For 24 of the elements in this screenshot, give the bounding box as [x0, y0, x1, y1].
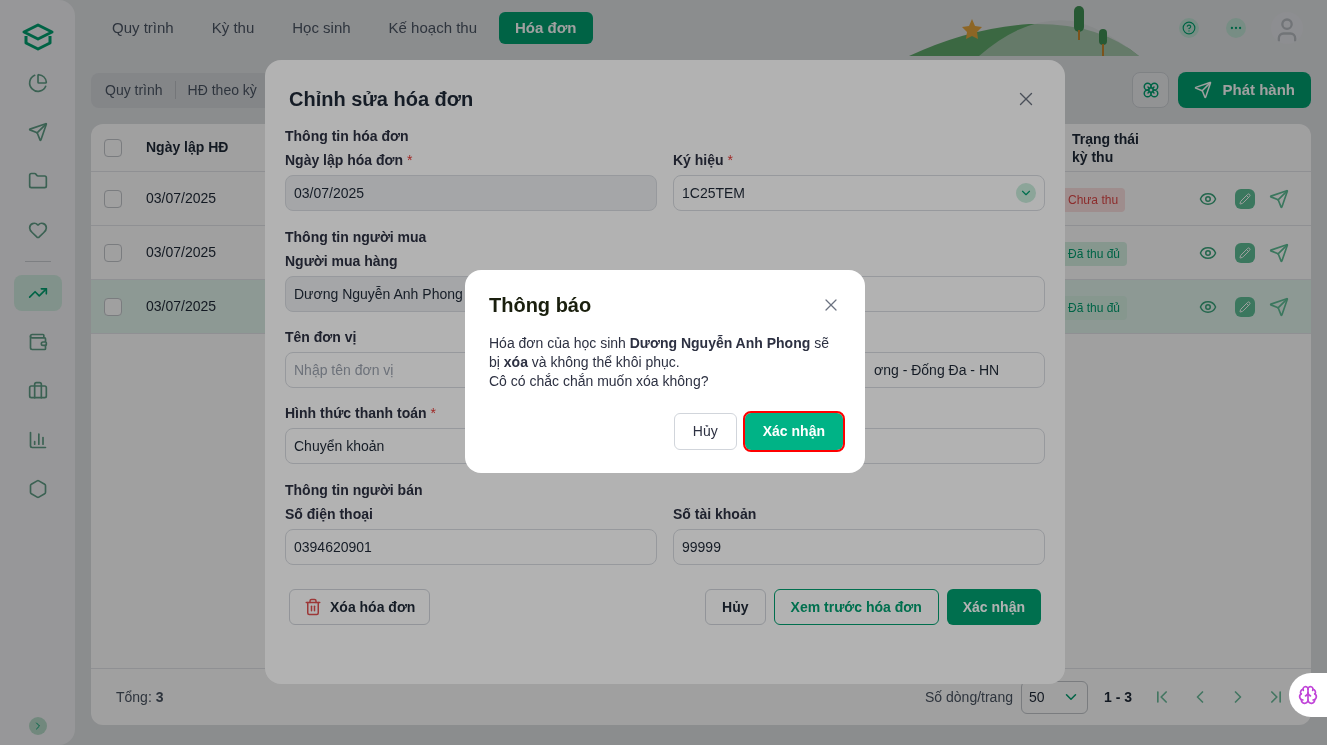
modal-title: Chỉnh sửa hóa đơn [289, 87, 474, 112]
dialog-title: Thông báo [489, 293, 592, 318]
field-label: Người mua hàng [285, 251, 398, 271]
field-label: Ký hiệu [673, 150, 724, 170]
dialog-message: Hóa đơn của học sinh Dương Nguyễn Anh Phong sẽ bị xóa và không thể khôi phục. Cô có chắc chắn muốn xóa không? [489, 334, 830, 391]
page-range: 1 - 3 [1104, 687, 1132, 707]
section-title: Thông tin hóa đơn [285, 127, 410, 146]
required-mark: * [407, 150, 413, 170]
required-mark: * [727, 150, 734, 170]
section-title: Thông tin người bán [285, 481, 424, 500]
total-count: Tổng: 3 [116, 687, 164, 707]
field-label: Hình thức thanh toán [285, 403, 427, 423]
required-mark: * [430, 403, 437, 423]
field-label: Số tài khoản [673, 504, 757, 524]
section-title: Thông tin người mua [285, 228, 428, 247]
column-header: Ngày lập HĐ [146, 138, 229, 157]
field-label: Ngày lập hóa đơn [285, 150, 404, 170]
table-cell-text: 03/07/2025 [146, 297, 217, 316]
column-header: Trạng thái kỳ thu [1072, 129, 1140, 166]
table-cell-text: 03/07/2025 [146, 243, 217, 262]
field-label: Tên đơn vị [285, 327, 357, 347]
field-label: Số điện thoại [285, 504, 373, 524]
table-cell-text: 03/07/2025 [146, 189, 217, 208]
rows-per-page-label: Số dòng/trang [925, 687, 1013, 707]
